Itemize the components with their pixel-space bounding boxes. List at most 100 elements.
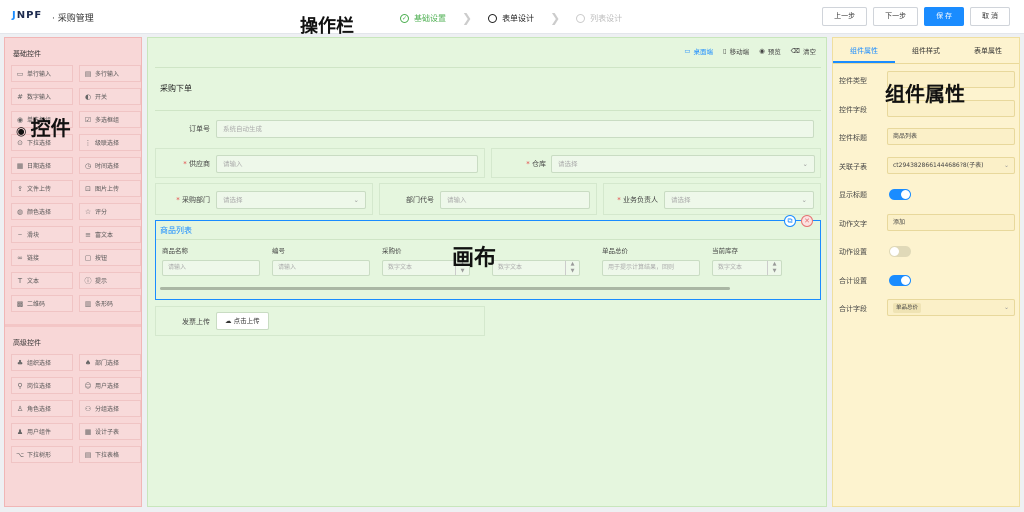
control-color[interactable]: ◍ 颜色选择 bbox=[11, 203, 73, 220]
cell-input[interactable]: 用于提示计算结果，回则 bbox=[602, 260, 700, 276]
tab-component-props[interactable]: 组件属性 bbox=[833, 38, 895, 63]
step-indicator: ✓ 基础设置 ❯ 表单设计 ❯ 列表设计 bbox=[400, 11, 622, 25]
control-text[interactable]: T 文本 bbox=[11, 272, 73, 289]
cell-input[interactable]: 请输入 bbox=[272, 260, 370, 276]
org-icon: ♣ bbox=[16, 358, 24, 367]
control-cascader[interactable]: ⋮ 级联选择 bbox=[79, 134, 141, 151]
cell-number-input[interactable]: 数字文本 ▲ ▼ bbox=[492, 260, 580, 276]
advanced-controls-title: 高级控件 bbox=[13, 339, 41, 347]
button-icon: ▢ bbox=[84, 253, 92, 262]
control-button[interactable]: ▢ 按钮 bbox=[79, 249, 141, 266]
user-icon: ☺ bbox=[84, 381, 92, 390]
control-label: 组织选择 bbox=[27, 360, 52, 367]
prop-toggle[interactable] bbox=[889, 189, 911, 200]
control-slider[interactable]: ⎯ 滑块 bbox=[11, 226, 73, 243]
control-textarea[interactable]: ▤ 多行输入 bbox=[79, 65, 141, 82]
control-label: 多选框组 bbox=[95, 117, 120, 124]
control-user-comp[interactable]: ♟ 用户组件 bbox=[11, 423, 73, 440]
control-checkbox[interactable]: ☑ 多选框组 bbox=[79, 111, 141, 128]
control-barcode[interactable]: ▥ 条形码 bbox=[79, 295, 141, 312]
prop-chip-select[interactable]: 单品总价 ⌄ bbox=[887, 299, 1015, 316]
control-user[interactable]: ☺ 用户选择 bbox=[79, 377, 141, 394]
prop-label: 控件标题 bbox=[839, 134, 867, 142]
control-star[interactable]: ☆ 评分 bbox=[79, 203, 141, 220]
cell-input[interactable]: 请输入 bbox=[162, 260, 260, 276]
trash-icon: ⌫ bbox=[790, 47, 800, 55]
step-form-design[interactable]: 表单设计 bbox=[488, 13, 534, 24]
control-org[interactable]: ♣ 组织选择 bbox=[11, 354, 73, 371]
control-tree[interactable]: ⌥ 下拉树形 bbox=[11, 446, 73, 463]
group-icon: ⚇ bbox=[84, 404, 92, 413]
dept-code-input[interactable]: 请输入 bbox=[440, 191, 590, 209]
qrcode-icon: ▩ bbox=[16, 299, 24, 308]
control-role[interactable]: ♙ 角色选择 bbox=[11, 400, 73, 417]
control-number[interactable]: # 数字输入 bbox=[11, 88, 73, 105]
text-icon: T bbox=[17, 276, 23, 285]
control-richtext[interactable]: ≡ 富文本 bbox=[79, 226, 141, 243]
control-link[interactable]: ∞ 链接 bbox=[11, 249, 73, 266]
tip-icon: ⓘ bbox=[84, 276, 92, 285]
control-date[interactable]: ▦ 日期选择 bbox=[11, 157, 73, 174]
control-tip[interactable]: ⓘ 提示 bbox=[79, 272, 141, 289]
switch-icon: ◐ bbox=[84, 92, 92, 101]
clear-button[interactable]: ⌫ 清空 bbox=[791, 46, 816, 56]
control-label: 时间选择 bbox=[95, 163, 120, 170]
control-label: 条形码 bbox=[95, 301, 114, 308]
supplier-label: * 供应商 bbox=[183, 160, 210, 168]
dept-select[interactable]: 请选择 ⌄ bbox=[216, 191, 366, 209]
control-image-upload[interactable]: ⊡ 图片上传 bbox=[79, 180, 141, 197]
control-time[interactable]: ◷ 时间选择 bbox=[79, 157, 141, 174]
dept-label: * 采购部门 bbox=[176, 196, 210, 204]
stepper-icon[interactable]: ▲ ▼ bbox=[565, 261, 579, 275]
control-input[interactable]: ▭ 单行输入 bbox=[11, 65, 73, 82]
manager-select[interactable]: 请选择 ⌄ bbox=[664, 191, 814, 209]
prop-toggle[interactable] bbox=[889, 274, 911, 286]
control-switch[interactable]: ◐ 开关 bbox=[79, 88, 141, 105]
horizontal-scrollbar[interactable] bbox=[160, 287, 730, 290]
step-list-design[interactable]: 列表设计 bbox=[576, 13, 622, 24]
order-no-input[interactable]: 系统自动生成 bbox=[216, 120, 814, 138]
date-icon: ▦ bbox=[16, 161, 24, 170]
copy-icon[interactable]: ⧉ bbox=[784, 215, 796, 227]
chevron-down-icon: ⌄ bbox=[353, 196, 359, 204]
supplier-input[interactable]: 请输入 bbox=[216, 155, 478, 173]
control-label: 图片上传 bbox=[95, 186, 120, 193]
circle-icon bbox=[488, 13, 498, 23]
delete-icon[interactable]: ✕ bbox=[801, 215, 813, 227]
control-table-select[interactable]: ▤ 下拉表格 bbox=[79, 446, 141, 463]
control-group[interactable]: ⚇ 分组选择 bbox=[79, 400, 141, 417]
prop-input[interactable]: 商品列表 bbox=[887, 128, 1015, 145]
control-table[interactable]: ▦ 设计子表 bbox=[79, 423, 141, 440]
prop-input[interactable]: 添加 bbox=[887, 213, 1015, 231]
property-panel: 组件属性 组件样式 表单属性 控件类型 控件字段 控件标题 商品列表 关联子表 ct294… bbox=[832, 37, 1020, 507]
control-dept[interactable]: ♠ 部门选择 bbox=[79, 354, 141, 371]
cell-number-input[interactable]: 数字文本 ▲ ▼ bbox=[712, 260, 782, 276]
check-circle-icon: ✓ bbox=[400, 13, 409, 23]
stepper-icon[interactable]: ▲ ▼ bbox=[767, 261, 781, 275]
warehouse-select[interactable]: 请选择 ⌄ bbox=[551, 155, 815, 173]
control-qrcode[interactable]: ▩ 二维码 bbox=[11, 295, 73, 312]
desktop-view-button[interactable]: ▭ 桌面端 bbox=[684, 46, 713, 56]
cancel-button[interactable]: 取 消 bbox=[970, 7, 1010, 26]
prop-toggle[interactable] bbox=[889, 246, 911, 257]
preview-button[interactable]: ◉ 预览 bbox=[759, 46, 781, 56]
control-upload[interactable]: ⇪ 文件上传 bbox=[11, 180, 73, 197]
next-step-button[interactable]: 下一步 bbox=[873, 7, 919, 26]
prev-step-button[interactable]: 上一步 bbox=[822, 7, 868, 26]
step-basic-settings[interactable]: ✓ 基础设置 bbox=[400, 13, 446, 24]
user-comp-icon: ♟ bbox=[16, 427, 24, 436]
basic-controls-grid: ▭ 单行输入 ▤ 多行输入 # 数字输入 ◐ 开关 ◉ 单选框组 ☑ 多选框组 ⊙ 下拉选择 ⋮ 级联选择 ▦ 日… bbox=[5, 65, 141, 312]
time-icon: ◷ bbox=[84, 161, 92, 170]
mobile-view-button[interactable]: ▯ 移动端 bbox=[723, 46, 749, 56]
tab-form-props[interactable]: 表单属性 bbox=[957, 38, 1019, 63]
control-post[interactable]: ⚲ 岗位选择 bbox=[11, 377, 73, 394]
phone-icon: ▯ bbox=[723, 47, 727, 55]
tab-component-style[interactable]: 组件样式 bbox=[895, 38, 957, 63]
prop-select[interactable]: ct2943828661444686?8(子表) ⌄ bbox=[887, 156, 1015, 174]
chevron-down-icon: ⌄ bbox=[801, 196, 807, 204]
subtable-title: 商品列表 bbox=[160, 226, 192, 235]
save-button[interactable]: 保 存 bbox=[924, 7, 965, 26]
upload-button[interactable]: ☁ 点击上传 bbox=[216, 312, 269, 330]
barcode-icon: ▥ bbox=[84, 299, 92, 308]
control-label: 开关 bbox=[95, 94, 108, 101]
